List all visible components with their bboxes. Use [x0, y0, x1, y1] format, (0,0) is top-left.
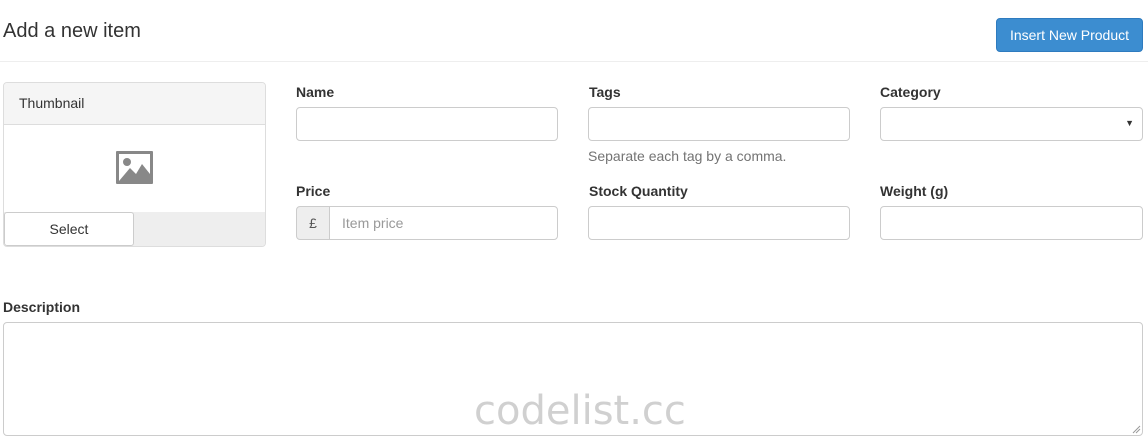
tags-label: Tags — [589, 84, 621, 100]
thumbnail-preview — [4, 125, 265, 213]
price-label: Price — [296, 183, 331, 199]
price-input-group: £ — [296, 206, 558, 240]
select-thumbnail-button[interactable]: Select — [4, 212, 134, 246]
currency-addon: £ — [296, 206, 330, 240]
page-header: Add a new item Insert New Product — [0, 0, 1148, 62]
category-select[interactable]: ▼ — [880, 107, 1143, 141]
thumbnail-footer: Select — [4, 212, 265, 246]
tags-help-text: Separate each tag by a comma. — [588, 148, 787, 164]
price-input[interactable] — [329, 206, 558, 240]
stock-quantity-label: Stock Quantity — [589, 183, 688, 199]
category-label: Category — [880, 84, 941, 100]
tags-input[interactable] — [588, 107, 850, 141]
thumbnail-heading: Thumbnail — [4, 83, 265, 125]
weight-input[interactable] — [880, 206, 1143, 240]
name-label: Name — [296, 84, 335, 100]
name-input[interactable] — [296, 107, 558, 141]
stock-quantity-input[interactable] — [588, 206, 850, 240]
thumbnail-panel: Thumbnail Select — [3, 82, 266, 247]
caret-down-icon: ▼ — [1125, 118, 1134, 128]
watermark: codelist.cc — [474, 388, 686, 434]
description-label: Description — [3, 299, 81, 315]
resize-handle-icon[interactable] — [1132, 425, 1141, 434]
page-title: Add a new item — [3, 20, 141, 42]
image-icon — [116, 151, 153, 184]
weight-label: Weight (g) — [880, 183, 949, 199]
insert-new-product-button[interactable]: Insert New Product — [996, 18, 1143, 52]
